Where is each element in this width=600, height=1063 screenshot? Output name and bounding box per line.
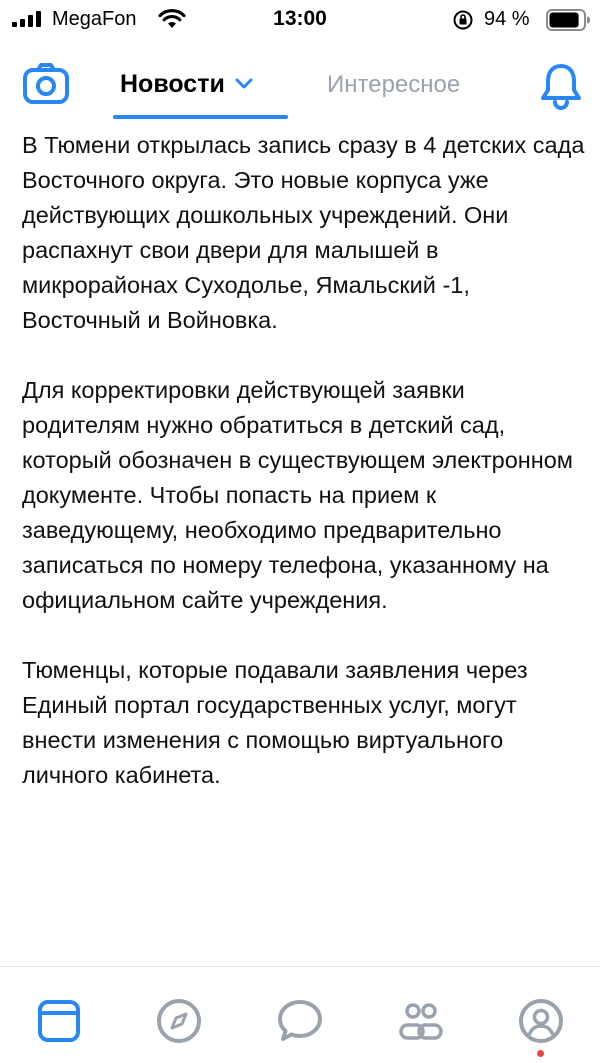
tab-news-feed[interactable]: [29, 991, 89, 1051]
notification-dot: [537, 1050, 544, 1057]
tab-discover[interactable]: [149, 991, 209, 1051]
battery-icon: [546, 9, 590, 31]
tab-profile[interactable]: [511, 991, 571, 1051]
carrier-name: MegaFon: [52, 8, 137, 30]
tab-friends[interactable]: [391, 991, 451, 1051]
post-paragraph: Для корректировки действующей заявки род…: [22, 377, 573, 613]
tab-news-label: Новости: [120, 69, 225, 98]
bottom-tab-bar: [0, 966, 600, 1063]
tab-messages[interactable]: [270, 991, 330, 1051]
news-icon: [38, 1000, 80, 1042]
orientation-lock-icon: [453, 10, 473, 30]
active-tab-indicator: [113, 115, 288, 119]
wifi-icon: [158, 9, 186, 28]
post-paragraph: Тюменцы, которые подавали заявления чере…: [22, 657, 528, 788]
status-bar: MegaFon 13:00 94 %: [0, 0, 600, 40]
battery-percent: 94 %: [484, 8, 530, 30]
status-time: 13:00: [273, 7, 327, 30]
friends-icon: [399, 1003, 443, 1040]
compass-icon: [157, 999, 201, 1043]
camera-icon[interactable]: [22, 62, 70, 106]
profile-icon: [519, 999, 563, 1043]
tab-news[interactable]: Новости: [120, 67, 253, 101]
chevron-down-icon: [235, 78, 253, 89]
messages-icon: [278, 1000, 322, 1041]
post-text: В Тюмени открылась запись сразу в 4 детс…: [22, 128, 588, 970]
post-paragraph: В Тюмени открылась запись сразу в 4 детс…: [22, 132, 585, 333]
top-nav-bar: Новости Интересное: [0, 40, 600, 122]
tab-interesting[interactable]: Интересное: [327, 68, 460, 102]
cellular-signal-icon: [12, 11, 41, 27]
bell-icon[interactable]: [538, 62, 584, 110]
